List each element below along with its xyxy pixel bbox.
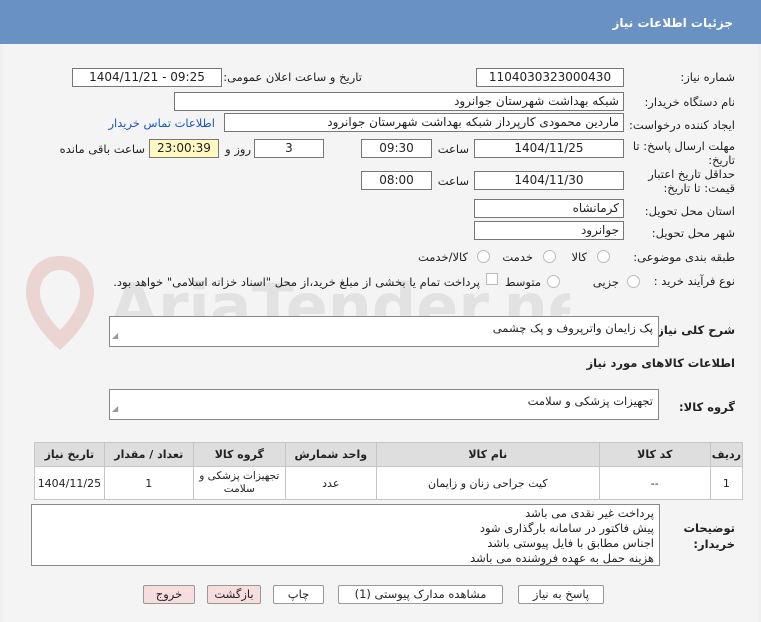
buyer-note-line: هزینه حمل به عهده فروشنده می باشد [470,551,654,565]
cell-row: 1 [709,466,744,500]
category-goods-radio[interactable] [597,250,610,263]
cell-qty: 1 [103,466,194,500]
col-row: ردیف [709,442,744,467]
cell-group: تجهیزات پزشکی و سلامت [192,466,286,500]
province-label: استان محل تحویل: [644,204,735,218]
goods-section-title: اطلاعات کالاهای مورد نیاز [586,356,735,370]
col-code: کد کالا [598,442,711,467]
requester-label: ایجاد کننده درخواست: [629,118,735,132]
buyer-contact-link[interactable]: اطلاعات تماس خریدار [108,116,215,130]
page-header: جزئیات اطلاعات نیاز [0,0,761,44]
col-date: تاریخ نیاز [34,442,105,467]
col-unit: واحد شمارش [284,442,377,467]
remaining-time-label: ساعت باقی مانده [59,142,145,156]
city-label: شهر محل تحویل: [651,226,735,240]
announce-field: 1404/11/21 - 09:25 [72,68,222,87]
goods-group-label: گروه کالا: [679,400,735,414]
process-medium-radio[interactable] [547,275,560,288]
table-header-row: ردیف کد کالا نام کالا واحد شمارش گروه کا… [34,442,744,467]
need-number-label: شماره نیاز: [680,70,735,84]
requester-field: ماردین محمودی کارپرداز شبکه بهداشت شهرست… [224,113,624,132]
announce-label: تاریخ و ساعت اعلان عمومی: [223,70,362,84]
view-attachments-button[interactable]: مشاهده مدارک پیوستی (1) [338,585,503,604]
buyer-notes-label-2: خریدار: [693,537,735,551]
reply-button[interactable]: پاسخ به نیاز [518,585,604,604]
remaining-time-field: 23:00:39 [149,139,219,158]
buyer-org-label: نام دستگاه خریدار: [644,95,735,109]
items-table: ردیف کد کالا نام کالا واحد شمارش گروه کا… [34,442,744,500]
category-service-radio[interactable] [543,250,556,263]
deadline-label-date: تاریخ: [708,153,735,167]
process-minor-radio[interactable] [627,275,640,288]
deadline-time-field: 09:30 [361,139,432,158]
buyer-notes-field: پرداخت غیر نقدی می باشد پیش فاکتور در سا… [31,504,660,566]
category-goods-label: کالا [571,250,587,264]
treasury-payment-checkbox[interactable] [486,273,498,285]
need-number-field: 1104030323000430 [476,68,624,87]
cell-code: -- [598,466,711,500]
summary-label: شرح کلی نیاز: [652,323,735,337]
validity-time-label: ساعت [437,174,469,188]
exit-button[interactable]: خروج [143,585,195,604]
resize-grip-icon: ◢ [112,404,119,413]
process-medium-label: متوسط [504,275,541,289]
validity-label: حداقل تاریخ اعتبار [648,167,735,181]
category-goods-service-radio[interactable] [477,250,490,263]
validity-time-field: 08:00 [361,171,432,190]
process-label: نوع فرآیند خرید : [653,274,735,288]
col-name: نام کالا [375,442,600,467]
validity-label-date: قیمت: تا تاریخ: [663,181,735,195]
deadline-time-label: ساعت [437,142,469,156]
buyer-notes-label: توضیحات [683,521,736,535]
buyer-note-line: اجناس مطابق با فایل پیوستی باشد [487,536,654,550]
category-label: طبقه بندی موضوعی: [633,250,735,264]
category-goods-service-label: کالا/خدمت [417,250,468,264]
col-qty: تعداد / مقدار [103,442,194,467]
process-minor-label: جزیی [592,275,619,289]
days-field: 3 [254,139,324,158]
goods-group-field: تجهیزات پزشکی و سلامت ◢ [109,389,659,420]
summary-text: پک زایمان واترپروف و پک چشمی [492,321,653,335]
deadline-label: مهلت ارسال پاسخ: تا [632,139,735,153]
city-field: جوانرود [474,221,624,240]
deadline-date-field: 1404/11/25 [474,139,624,158]
treasury-payment-note: پرداخت تمام یا بخشی از مبلغ خرید،از محل … [113,275,480,289]
table-row[interactable]: 1 -- کیت جراحی زنان و زایمان عدد تجهیزات… [34,466,744,500]
cell-name: کیت جراحی زنان و زایمان [375,466,600,500]
goods-group-text: تجهیزات پزشکی و سلامت [527,394,653,408]
page-title: جزئیات اطلاعات نیاز [612,16,733,30]
category-service-label: خدمت [502,250,533,264]
resize-grip-icon: ◢ [112,331,119,340]
province-field: کرمانشاه [474,199,624,218]
buyer-org-field: شبکه بهداشت شهرستان جوانرود [174,92,624,111]
buyer-note-line: پیش فاکتور در سامانه بارگذاری شود [479,521,654,535]
cell-unit: عدد [284,466,377,500]
validity-date-field: 1404/11/30 [474,171,624,190]
buyer-note-line: پرداخت غیر نقدی می باشد [525,506,654,520]
summary-field: پک زایمان واترپروف و پک چشمی ◢ [109,316,659,347]
days-label: روز و [225,142,251,156]
print-button[interactable]: چاپ [273,585,324,604]
cell-date: 1404/11/25 [34,466,105,500]
col-group: گروه کالا [192,442,286,467]
back-button[interactable]: بازگشت [207,585,261,604]
